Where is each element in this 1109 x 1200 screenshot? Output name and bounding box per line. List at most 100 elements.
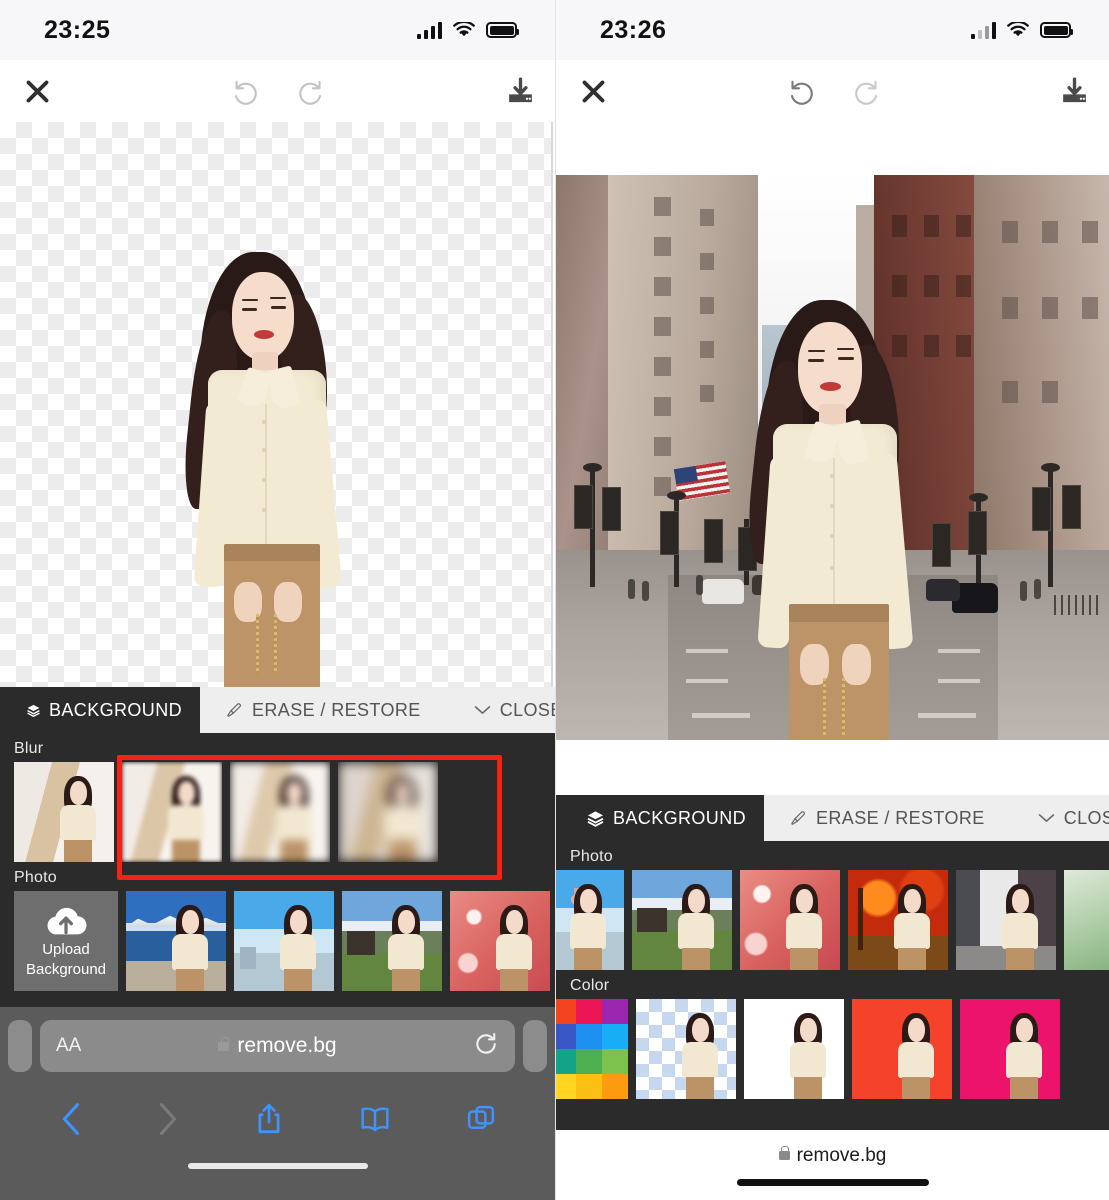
prev-tab-edge[interactable] (8, 1020, 32, 1072)
editor-toolbar-right (556, 60, 1109, 122)
lamp-banner (932, 523, 951, 567)
color-red-thumb[interactable] (852, 999, 952, 1099)
bicycle-rack (1054, 595, 1102, 615)
tab-close-label: CLOSE (499, 699, 555, 720)
color-pink-thumb[interactable] (960, 999, 1060, 1099)
street-lamp-head (583, 463, 602, 472)
url-text: remove.bg (796, 1144, 887, 1166)
chevron-down-icon (474, 706, 490, 714)
pedestrian (696, 575, 703, 595)
right-screen: 23:26 BACKGROUND ERASE / RESTORE CLO Pho… (555, 0, 1109, 1200)
photo-thumbnail-row-right[interactable] (556, 870, 1109, 970)
section-label-blur: Blur (14, 740, 44, 757)
subject-cutout (742, 300, 932, 740)
photo-pink-bokeh-thumb[interactable] (740, 870, 840, 970)
blur-thumbnail-row[interactable] (0, 762, 555, 862)
bookmarks-button[interactable] (359, 1105, 391, 1138)
undo-icon[interactable] (780, 68, 826, 114)
download-icon[interactable] (497, 68, 543, 114)
url-display[interactable]: remove.bg (778, 1144, 887, 1167)
tab-background[interactable]: BACKGROUND (556, 795, 764, 841)
download-icon[interactable] (1051, 68, 1097, 114)
close-icon[interactable] (14, 68, 60, 114)
color-white-thumb[interactable] (744, 999, 844, 1099)
url-display: remove.bg (40, 1034, 515, 1058)
layers-icon (587, 810, 604, 827)
image-canvas-city-background[interactable] (556, 175, 1109, 740)
tab-erase-restore[interactable]: ERASE / RESTORE (764, 795, 1003, 841)
photo-green-field-cabin-thumb[interactable] (632, 870, 732, 970)
photo-shanghai-skyline-thumb[interactable] (234, 891, 334, 991)
editor-tabs-right: BACKGROUND ERASE / RESTORE CLOSE (556, 795, 1109, 841)
tab-background[interactable]: BACKGROUND (0, 687, 200, 733)
chevron-down-icon (1038, 814, 1054, 822)
photo-lake-mountains-thumb[interactable] (126, 891, 226, 991)
blur-level-3-thumb[interactable] (338, 762, 438, 862)
photo-green-partial-thumb[interactable] (1064, 870, 1109, 970)
next-tab-edge[interactable] (523, 1020, 547, 1072)
undo-icon[interactable] (224, 68, 270, 114)
signal-bars-icon (416, 21, 442, 39)
tab-background-label: BACKGROUND (612, 807, 746, 828)
editor-tabs-left: BACKGROUND ERASE / RESTORE CLOSE (0, 687, 555, 733)
lamp-banner (1032, 487, 1051, 531)
photo-thumbnail-row-left[interactable]: Upload Background (0, 891, 555, 991)
wifi-icon (453, 22, 475, 37)
redo-icon[interactable] (842, 68, 888, 114)
tab-erase-restore-label: ERASE / RESTORE (816, 807, 985, 828)
upload-background-button[interactable]: Upload Background (14, 891, 118, 991)
upload-label-line2: Background (25, 961, 107, 978)
status-indicators (970, 21, 1073, 39)
tabs-button[interactable] (466, 1104, 496, 1139)
lamp-banner (1062, 485, 1081, 529)
back-button[interactable] (60, 1102, 82, 1141)
cloud-upload-icon (47, 907, 87, 935)
safari-browser-chrome-left: AA remove.bg (0, 1007, 555, 1200)
lamp-banner (660, 511, 679, 555)
battery-icon (1040, 22, 1073, 38)
forward-button[interactable] (157, 1102, 179, 1141)
tabs-icon (467, 1105, 494, 1129)
color-thumbnail-row[interactable] (556, 999, 1109, 1099)
photo-shanghai-skyline-thumb[interactable] (556, 870, 624, 970)
color-picker-swatch[interactable] (556, 999, 628, 1099)
address-bar[interactable]: AA remove.bg (40, 1020, 515, 1072)
redo-icon[interactable] (286, 68, 332, 114)
tab-close-panel[interactable]: CLOSE (1003, 795, 1109, 841)
battery-icon (486, 22, 519, 38)
blur-original-thumb[interactable] (14, 762, 114, 862)
close-icon[interactable] (570, 68, 616, 114)
share-button[interactable] (254, 1102, 284, 1141)
pedestrian (1034, 579, 1041, 599)
image-canvas-transparent[interactable] (0, 122, 553, 687)
status-bar-right: 23:26 (556, 0, 1109, 60)
street-lamp-head (969, 493, 988, 502)
subject-cutout (178, 252, 358, 687)
brush-icon (791, 810, 805, 825)
section-label-photo: Photo (14, 869, 57, 886)
blur-level-2-thumb[interactable] (230, 762, 330, 862)
pedestrian (642, 581, 649, 601)
photo-autumn-leaves-thumb[interactable] (848, 870, 948, 970)
status-indicators (416, 21, 519, 39)
tab-erase-restore[interactable]: ERASE / RESTORE (200, 687, 439, 733)
parked-car (702, 579, 744, 604)
photo-pink-bokeh-thumb[interactable] (450, 891, 550, 991)
photo-green-field-cabin-thumb[interactable] (342, 891, 442, 991)
home-indicator-left (187, 1163, 368, 1169)
layers-icon (27, 704, 40, 717)
street-lamp-head (667, 491, 686, 500)
lamp-banner (968, 511, 987, 555)
photo-city-street-thumb[interactable] (956, 870, 1056, 970)
tab-background-label: BACKGROUND (48, 699, 182, 720)
background-editor-panel-right: BACKGROUND ERASE / RESTORE CLOSE Photo (556, 795, 1109, 1130)
status-bar-left: 23:25 (0, 0, 555, 60)
lamp-banner (704, 519, 723, 563)
tab-close-panel[interactable]: CLOSE (439, 687, 555, 733)
tab-erase-restore-label: ERASE / RESTORE (252, 699, 421, 720)
signal-bars-icon (970, 21, 996, 39)
editor-toolbar-left (0, 60, 555, 122)
color-transparent-thumb[interactable] (636, 999, 736, 1099)
lock-icon (218, 1036, 230, 1051)
blur-level-1-thumb[interactable] (122, 762, 222, 862)
